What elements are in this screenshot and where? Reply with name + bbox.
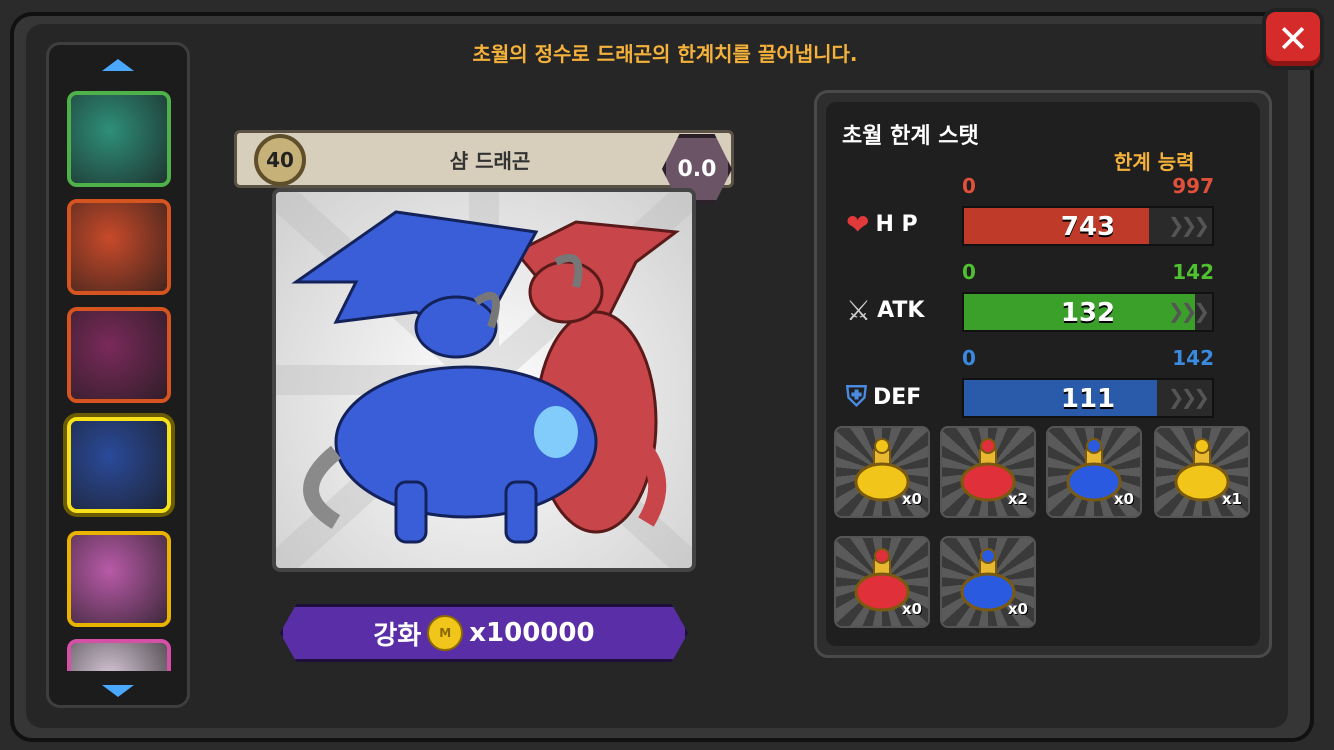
dragon-list[interactable] [46,42,190,708]
coin-icon: M [427,615,464,651]
hp-max-value: 997 [1172,174,1214,198]
dragon-slot[interactable] [67,417,171,513]
def-max-value: 142 [1172,346,1214,370]
upgrade-label: 강화 [373,620,422,651]
atk-max-value: 142 [1172,260,1214,284]
red-purple-dragon-portrait [71,311,167,399]
green-dragon-portrait [71,95,167,183]
def-min-value: 0 [962,346,976,370]
atk-label-text: ATK [877,298,925,323]
item-count: x0 [1007,600,1028,618]
def-stat-bar: ❯❯❯ 111 [962,378,1214,418]
essence-item-slot[interactable]: x1 [1154,426,1250,518]
hp-stat-label: ❤ H P [846,208,918,241]
siamese-dragon-illustration [276,192,692,568]
white-red-dragon-portrait [71,203,167,291]
dragon-list-viewport [49,83,187,671]
crossed-swords-icon: ⚔ [846,294,872,327]
upgrade-cost: x100000 [469,618,595,648]
item-count: x0 [1113,490,1134,508]
atk-stat-label: ⚔ ATK [846,294,924,327]
level-badge: 40 [254,134,306,186]
dragon-slot[interactable] [67,91,171,187]
atk-current-value: 132 [1060,298,1116,328]
essence-item-slot[interactable]: x0 [834,536,930,628]
atk-min-value: 0 [962,260,976,284]
atk-stat-bar: ❯❯❯ 132 [962,292,1214,332]
hp-stat-bar: ❯❯❯ 743 [962,206,1214,246]
close-button[interactable]: ✕ [1262,8,1324,70]
limit-ability-label: 한계 능력 [1114,150,1195,174]
siamese-dragon-portrait [71,421,167,509]
close-icon: ✕ [1277,17,1309,61]
upgrade-button[interactable]: 강화 M x100000 [280,604,688,662]
dragon-slot[interactable] [67,531,171,627]
dragon-slot[interactable] [67,307,171,403]
hp-label-text: H P [875,212,918,237]
scroll-down-arrow-icon[interactable] [102,685,134,697]
item-count: x0 [901,490,922,508]
dragon-slot[interactable] [67,639,171,671]
def-label-text: DEF [873,384,922,410]
item-count: x0 [901,600,922,618]
pink-triceratops-portrait [71,535,167,623]
essence-item-slot[interactable]: x0 [834,426,930,518]
stat-panel-title: 초월 한계 스탯 [842,124,979,149]
scroll-up-arrow-icon[interactable] [102,59,134,71]
dragon-slot[interactable] [67,199,171,295]
item-count: x2 [1007,490,1028,508]
white-dragon-portrait [71,643,167,671]
hp-current-value: 743 [1060,212,1116,242]
heart-icon: ❤ [846,208,870,241]
essence-item-slot[interactable]: x2 [940,426,1036,518]
def-current-value: 111 [1060,384,1116,414]
def-stat-label: ⛨ DEF [846,380,921,414]
dragon-name: 샴 드래곤 [449,149,531,173]
hp-min-value: 0 [962,174,976,198]
item-count: x1 [1221,490,1242,508]
essence-item-slot[interactable]: x0 [1046,426,1142,518]
essence-item-slot[interactable]: x0 [940,536,1036,628]
notice-text: 초월의 정수로 드래곤의 한계치를 끌어냅니다. [472,42,858,66]
shield-icon: ⛨ [846,380,868,413]
dragon-portrait [272,188,696,572]
